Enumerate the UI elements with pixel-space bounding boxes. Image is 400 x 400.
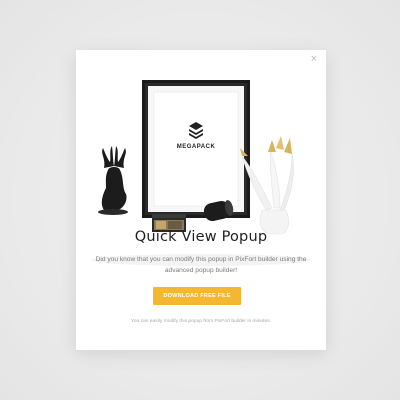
popup-title: Quick View Popup xyxy=(134,229,268,245)
download-free-file-button[interactable]: DOWNLOAD FREE FILE xyxy=(153,287,241,305)
popup-description: Did you know that you can modify this po… xyxy=(95,256,307,274)
quick-view-popup: × MEGAPACK Quick View Popup Did you know… xyxy=(76,50,326,350)
close-icon[interactable]: × xyxy=(309,54,319,65)
picture-frame: MEGAPACK xyxy=(142,80,250,218)
deer-figurine xyxy=(98,146,128,215)
page-backdrop: × MEGAPACK Quick View Popup Did you know… xyxy=(0,0,400,400)
popup-footnote: You can easily modify this popup from Pi… xyxy=(130,319,272,324)
frame-logo-text: MEGAPACK xyxy=(177,144,216,150)
